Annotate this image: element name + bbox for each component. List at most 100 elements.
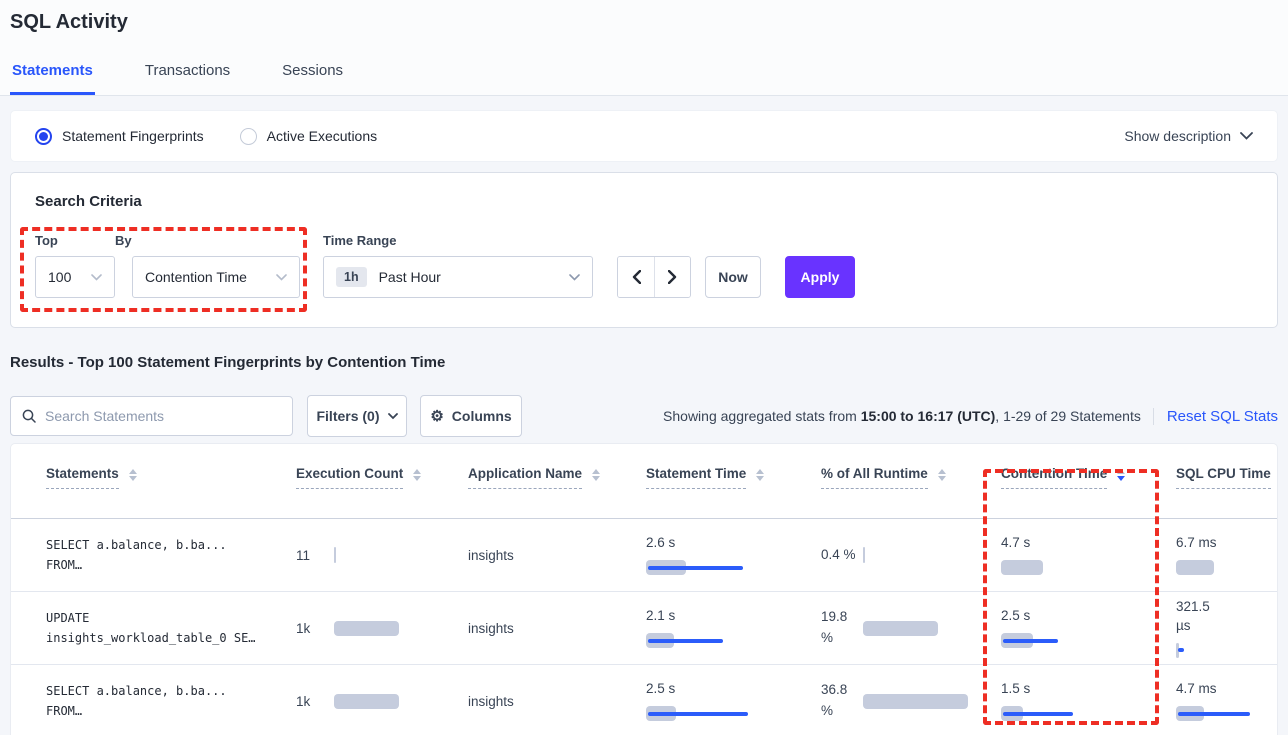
column-header-statements[interactable]: Statements (46, 466, 119, 489)
statement-link[interactable]: UPDATEinsights_workload_table_0 SE… (46, 608, 296, 649)
search-icon (22, 409, 36, 423)
top-label: Top (35, 233, 115, 248)
execution-count-cell: 1k (296, 693, 468, 709)
contention-time-cell: 1.5 s (1001, 680, 1176, 722)
contention-time-bar (1001, 560, 1043, 575)
application-name-cell: insights (468, 548, 646, 563)
page-title: SQL Activity (10, 11, 128, 34)
time-range-select[interactable]: 1h Past Hour (323, 256, 593, 298)
sql-cpu-time-cell: 6.7 ms (1176, 534, 1277, 576)
statement-link[interactable]: SELECT a.balance, b.ba...FROM… (46, 535, 296, 576)
search-statements-box (10, 396, 293, 436)
apply-button[interactable]: Apply (785, 256, 855, 298)
by-label: By (115, 233, 300, 248)
view-toggle-bar: Statement Fingerprints Active Executions… (10, 110, 1278, 162)
time-range-badge: 1h (336, 267, 367, 287)
search-criteria-panel: Search Criteria Top 100 By Contention Ti… (10, 172, 1278, 328)
search-criteria-heading: Search Criteria (35, 193, 1253, 210)
runtime-pct-cell: 0.4 % (821, 545, 1001, 566)
execution-count-bar (334, 694, 399, 709)
by-select[interactable]: Contention Time (132, 256, 300, 298)
sql-cpu-time-mean-line (1178, 648, 1184, 652)
previous-time-button[interactable] (618, 257, 654, 297)
now-button[interactable]: Now (705, 256, 761, 298)
execution-count-bar (334, 621, 399, 636)
filters-button[interactable]: Filters (0) (307, 395, 407, 437)
execution-count-bar (334, 547, 336, 563)
runtime-pct-cell: 36.8 % (821, 680, 1001, 722)
sort-icon[interactable] (756, 469, 764, 481)
next-time-button[interactable] (654, 257, 690, 297)
contention-time-cell: 2.5 s (1001, 607, 1176, 649)
page-header: SQL Activity Statements Transactions Ses… (0, 0, 1288, 96)
sort-icon[interactable] (413, 469, 421, 481)
tab-statements[interactable]: Statements (10, 52, 95, 95)
application-name-cell: insights (468, 621, 646, 636)
radio-active-executions[interactable]: Active Executions (240, 128, 378, 145)
statement-time-mean-line (648, 566, 743, 570)
tab-transactions[interactable]: Transactions (143, 52, 232, 95)
sql-cpu-time-bar (1176, 560, 1214, 575)
runtime-pct-cell: 19.8 % (821, 607, 1001, 649)
chevron-down-icon (569, 274, 580, 281)
tab-bar: Statements Transactions Sessions (10, 52, 345, 95)
reset-sql-stats-link[interactable]: Reset SQL Stats (1153, 408, 1278, 425)
sql-cpu-time-mean-line (1178, 712, 1250, 716)
runtime-pct-bar (863, 547, 865, 563)
statement-time-cell: 2.5 s (646, 680, 821, 722)
gear-icon: ⚙ (430, 407, 443, 425)
contention-time-mean-line (1003, 712, 1073, 716)
time-range-control: Time Range 1h Past Hour (323, 233, 593, 298)
sort-icon[interactable] (938, 469, 946, 481)
search-statements-input[interactable] (45, 408, 281, 424)
runtime-pct-bar (863, 621, 938, 636)
time-range-label: Time Range (323, 233, 593, 248)
column-header-sql-cpu-time[interactable]: SQL CPU Time (1176, 466, 1271, 489)
table-row: SELECT a.balance, b.ba...FROM… 1k insigh… (11, 665, 1277, 735)
criteria-controls: Top 100 By Contention Time Time Range 1h… (35, 233, 1253, 298)
table-header-row: Statements Execution Count Application N… (11, 444, 1277, 519)
contention-time-cell: 4.7 s (1001, 534, 1176, 576)
sort-icon[interactable] (592, 469, 600, 481)
sort-icon[interactable] (129, 469, 137, 481)
table-row: SELECT a.balance, b.ba...FROM… 11 insigh… (11, 519, 1277, 592)
show-description-toggle[interactable]: Show description (1124, 128, 1253, 144)
statement-time-cell: 2.6 s (646, 534, 821, 576)
sql-activity-page: SQL Activity Statements Transactions Ses… (0, 0, 1288, 735)
column-header-contention-time[interactable]: Contention Time (1001, 466, 1107, 489)
application-name-cell: insights (468, 694, 646, 709)
statement-time-mean-line (648, 639, 723, 643)
contention-time-mean-line (1003, 639, 1058, 643)
execution-count-cell: 1k (296, 620, 468, 636)
tab-sessions[interactable]: Sessions (280, 52, 345, 95)
sort-desc-icon[interactable] (1117, 469, 1125, 481)
chevron-down-icon (91, 274, 102, 281)
table-row: UPDATEinsights_workload_table_0 SE… 1k i… (11, 592, 1277, 665)
results-heading: Results - Top 100 Statement Fingerprints… (10, 354, 445, 371)
sql-cpu-time-cell: 4.7 ms (1176, 680, 1277, 722)
top-select[interactable]: 100 (35, 256, 115, 298)
chevron-down-icon (388, 413, 398, 420)
column-header-statement-time[interactable]: Statement Time (646, 466, 746, 489)
statement-time-cell: 2.1 s (646, 607, 821, 649)
radio-unselected-icon (240, 128, 257, 145)
by-control: By Contention Time (115, 233, 300, 298)
column-header-execution-count[interactable]: Execution Count (296, 466, 403, 489)
chevron-down-icon (1240, 132, 1253, 140)
column-header-runtime-pct[interactable]: % of All Runtime (821, 466, 928, 489)
statements-table: Statements Execution Count Application N… (10, 443, 1278, 735)
statement-link[interactable]: SELECT a.balance, b.ba...FROM… (46, 681, 296, 722)
results-toolbar: Filters (0) ⚙ Columns Showing aggregated… (10, 396, 1278, 436)
sql-cpu-time-cell: 321.5 µs (1176, 598, 1277, 659)
top-control: Top 100 (35, 233, 115, 298)
columns-button[interactable]: ⚙ Columns (420, 395, 522, 437)
chevron-right-icon (668, 270, 677, 284)
chevron-down-icon (276, 274, 287, 281)
chevron-left-icon (632, 270, 641, 284)
radio-statement-fingerprints[interactable]: Statement Fingerprints (35, 128, 204, 145)
radio-selected-icon (35, 128, 52, 145)
runtime-pct-bar (863, 694, 968, 709)
showing-stats-text: Showing aggregated stats from 15:00 to 1… (663, 408, 1141, 424)
time-nav-group (617, 256, 691, 298)
column-header-application-name[interactable]: Application Name (468, 466, 582, 489)
